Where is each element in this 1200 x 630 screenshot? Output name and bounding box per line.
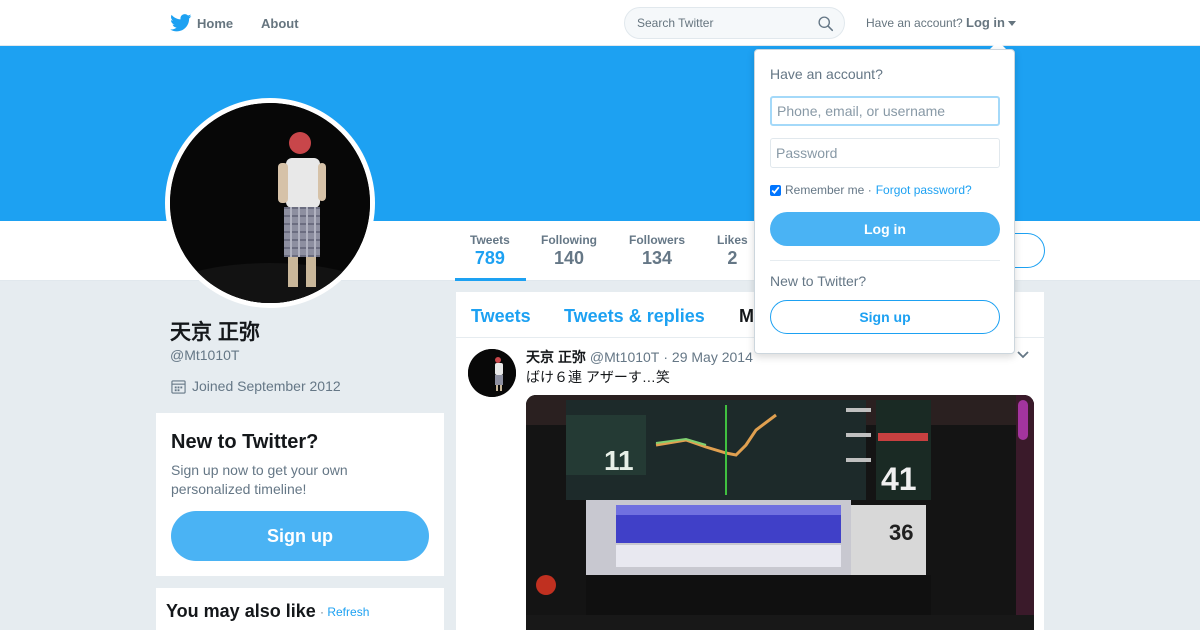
ymal-title: You may also like [166, 601, 316, 621]
stat-following[interactable]: Following 140 [541, 233, 597, 269]
remember-checkbox[interactable] [770, 184, 781, 196]
tweet-avatar-image [468, 349, 516, 397]
stat-tweets[interactable]: Tweets 789 [470, 233, 510, 269]
joined-text: Joined September 2012 [192, 378, 341, 394]
remember-label: Remember me · [785, 183, 872, 197]
twitter-bird-icon[interactable] [170, 14, 192, 32]
tweet-author-name[interactable]: 天京 正弥 [526, 347, 586, 367]
profile-avatar[interactable] [165, 98, 375, 308]
tweet-avatar[interactable] [468, 349, 516, 397]
stat-value: 2 [727, 248, 738, 268]
signup-card-title: New to Twitter? [171, 431, 319, 453]
nav-about-link[interactable]: About [261, 16, 299, 31]
forgot-password-link[interactable]: Forgot password? [876, 183, 972, 197]
search-box[interactable]: Search Twitter [624, 7, 845, 39]
stat-followers[interactable]: Followers 134 [629, 233, 685, 269]
avatar-photo [170, 103, 370, 303]
stat-value: 140 [553, 248, 585, 268]
search-icon[interactable] [817, 15, 834, 32]
have-account-text: Have an account? [866, 16, 963, 30]
stat-value: 789 [474, 248, 505, 268]
signup-button[interactable]: Sign up [171, 511, 429, 561]
nav-home-link[interactable]: Home [197, 16, 233, 31]
dropdown-signup-button[interactable]: Sign up [770, 300, 1000, 334]
login-link-label: Log in [966, 15, 1005, 30]
tweet-author-handle[interactable]: @Mt1010T [590, 349, 659, 365]
password-field[interactable] [770, 138, 1000, 168]
stat-label: Likes [717, 233, 748, 247]
tab-tweets-replies[interactable]: Tweets & replies [564, 306, 705, 327]
search-input[interactable]: Search Twitter [637, 16, 713, 30]
dropdown-title: Have an account? [770, 66, 883, 82]
tweet-text: ばけ６連 アザーす…笑 [526, 369, 670, 385]
signup-card-description: Sign up now to get your own personalized… [171, 462, 348, 497]
avatar-figure-image [170, 103, 370, 303]
tweet-date[interactable]: · 29 May 2014 [663, 349, 753, 365]
new-to-twitter-text: New to Twitter? [770, 273, 867, 289]
profile-handle[interactable]: @Mt1010T [170, 347, 239, 363]
svg-text:36: 36 [889, 520, 913, 545]
calendar-icon [171, 379, 186, 394]
tab-tweets[interactable]: Tweets [471, 306, 531, 327]
dropdown-divider [770, 260, 1000, 261]
login-button[interactable]: Log in [770, 212, 1000, 246]
svg-text:11: 11 [604, 445, 634, 476]
ymal-refresh-container: · Refresh [320, 605, 369, 619]
stat-value: 134 [641, 248, 673, 268]
stat-label: Followers [629, 233, 686, 247]
top-nav: Home About Search Twitter Have an accoun… [0, 0, 1200, 46]
signup-card: New to Twitter? Sign up now to get your … [156, 413, 444, 576]
stat-label: Following [541, 233, 597, 247]
remember-row: Remember me · Forgot password? [770, 183, 972, 197]
you-may-also-like-card: You may also like · Refresh [156, 588, 444, 630]
login-dropdown: Have an account? Remember me · Forgot pa… [754, 49, 1015, 354]
stat-likes[interactable]: Likes 2 [717, 233, 748, 269]
joined-date: Joined September 2012 [171, 378, 341, 394]
tweet-header: 天京 正弥 @Mt1010T · 29 May 2014 [526, 347, 753, 367]
svg-text:41: 41 [881, 461, 917, 497]
tab-media[interactable]: M [739, 306, 754, 327]
login-dropdown-toggle[interactable]: Log in [966, 15, 1016, 30]
refresh-link[interactable]: Refresh [327, 605, 369, 619]
username-field[interactable] [770, 96, 1000, 126]
chevron-down-icon[interactable] [1016, 350, 1030, 360]
stat-label: Tweets [470, 233, 510, 247]
tweet-media-image[interactable]: 11 41 36 [526, 395, 1034, 630]
profile-name: 天京 正弥 [170, 321, 260, 344]
caret-down-icon [1008, 20, 1016, 26]
active-stat-underline [455, 278, 526, 281]
slot-machine-photo: 11 41 36 [526, 395, 1034, 630]
ymal-separator: · [320, 605, 324, 619]
